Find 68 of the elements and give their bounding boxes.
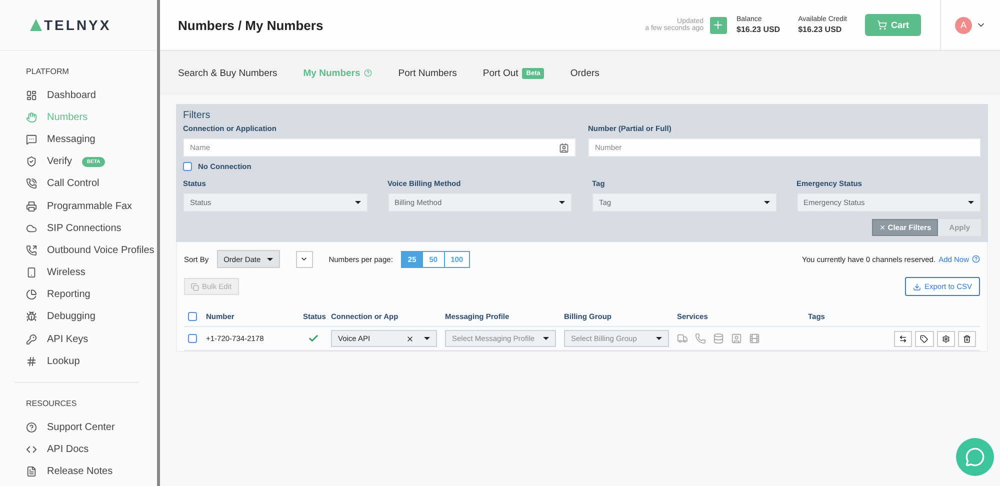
help-icon xyxy=(972,255,980,263)
plus-icon xyxy=(712,19,724,31)
dashboard-icon xyxy=(26,90,37,101)
settings-button[interactable] xyxy=(936,330,955,346)
sidebar-item[interactable]: Programmable Fax xyxy=(0,194,157,218)
select-all-checkbox[interactable] xyxy=(188,312,197,321)
sidebar-item[interactable]: API Docs xyxy=(0,438,157,461)
phone-icon xyxy=(695,333,706,344)
tab[interactable]: Search & Buy Numbers xyxy=(178,68,278,78)
sidebar-item[interactable]: Outbound Voice Profiles xyxy=(0,239,157,262)
sidebar-item[interactable]: Lookup xyxy=(0,350,157,372)
checkbox[interactable] xyxy=(183,162,192,171)
settings-icon xyxy=(942,334,950,342)
film-icon xyxy=(749,333,760,344)
user-icon xyxy=(731,333,742,344)
sidebar-item[interactable]: Dashboard xyxy=(0,84,157,106)
help-icon xyxy=(26,422,37,434)
logo-icon xyxy=(30,19,42,31)
row-checkbox[interactable] xyxy=(188,334,197,343)
trash-button[interactable] xyxy=(958,330,976,346)
page-title: Numbers / My Numbers xyxy=(178,18,324,32)
sort-direction-button[interactable] xyxy=(296,250,313,268)
code-icon xyxy=(26,444,37,456)
close-icon xyxy=(878,224,886,231)
database-icon xyxy=(713,333,724,344)
tab[interactable]: Orders xyxy=(570,68,600,78)
clear-icon[interactable] xyxy=(406,334,414,342)
cart-icon xyxy=(876,20,887,30)
section-title: PLATFORM xyxy=(25,66,70,78)
shield-icon xyxy=(26,156,37,168)
sidebar-item[interactable]: Call Control xyxy=(0,172,157,195)
balance-value: $16.23 USD xyxy=(736,24,780,36)
sidebar-item[interactable]: API Keys xyxy=(0,328,157,350)
hand-icon xyxy=(26,112,37,123)
sidebar-item[interactable]: Wireless xyxy=(0,262,157,284)
sidebar-item[interactable]: Debugging xyxy=(0,306,157,328)
bug-icon xyxy=(26,311,37,322)
section-title: RESOURCES xyxy=(25,398,78,410)
cloud-icon xyxy=(26,222,37,234)
phone-icon xyxy=(26,178,37,190)
sidebar-item[interactable]: Reporting xyxy=(0,284,157,306)
printer-icon xyxy=(26,200,37,212)
copy-icon xyxy=(191,282,199,290)
contact-card-icon xyxy=(559,142,569,152)
pie-chart-icon xyxy=(26,289,37,300)
key-icon xyxy=(26,334,37,345)
logo-text: TELNYX xyxy=(44,17,112,33)
document-icon xyxy=(26,466,37,478)
truck-icon xyxy=(677,333,688,344)
sidebar-item[interactable]: Support Center xyxy=(0,416,157,439)
tag-button[interactable] xyxy=(915,330,934,346)
hash-icon xyxy=(26,356,37,367)
chevron-icon xyxy=(300,255,308,263)
sidebar-item[interactable]: Messaging xyxy=(0,128,157,151)
download-icon xyxy=(913,282,922,290)
sidebar-item[interactable]: Release Notes xyxy=(0,460,157,483)
swap-button[interactable] xyxy=(894,330,912,346)
tab[interactable]: Port Numbers xyxy=(398,68,457,78)
chat-icon xyxy=(26,134,37,145)
sidebar-item[interactable]: SIP Connections xyxy=(0,217,157,240)
phone-icon xyxy=(26,244,37,256)
phone-card-icon xyxy=(26,267,37,278)
filters-title: Filters xyxy=(183,110,212,121)
chat-icon xyxy=(965,447,985,467)
credit-value: $16.23 USD xyxy=(798,24,843,36)
tag-icon xyxy=(920,334,928,342)
trash-icon xyxy=(962,334,971,342)
swap-icon xyxy=(899,334,908,342)
